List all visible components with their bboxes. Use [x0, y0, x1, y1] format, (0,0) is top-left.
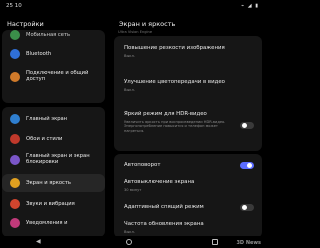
- setting-title: Автовыключение экрана: [124, 179, 195, 185]
- setting-title: Яркий режим для HDR-видео: [124, 111, 207, 117]
- setting-value: 30 минут: [124, 188, 142, 192]
- hdr-toggle[interactable]: [240, 122, 254, 129]
- setting-title: Адаптивный спящий режим: [124, 204, 204, 210]
- sound-icon: [10, 199, 20, 209]
- recents-icon[interactable]: [212, 239, 218, 245]
- wallpaper-icon: [10, 134, 20, 144]
- status-bar: 25 10 ⌁ ◢ ▮: [0, 0, 265, 14]
- image-quality-card: Повышение резкости изображения Выкл. Улу…: [114, 36, 262, 151]
- notifications-icon: [10, 218, 20, 228]
- lock-screen-icon: [10, 155, 20, 165]
- sidebar-item-label: Мобильная сеть: [26, 32, 71, 38]
- home-icon[interactable]: [126, 239, 132, 245]
- sidebar-item-label: Звуки и вибрация: [26, 201, 75, 207]
- toggle-knob: [247, 163, 252, 168]
- sidebar-item-bluetooth[interactable]: Bluetooth: [2, 46, 105, 62]
- navigation-bar: ◀: [0, 236, 265, 248]
- sidebar-item-label: Экран и яркость: [26, 180, 71, 186]
- adaptive-sleep-toggle[interactable]: [240, 204, 254, 211]
- settings-list-pane: Настройки Мобильная сеть Bluetooth Подкл…: [0, 14, 109, 236]
- adaptive-sleep-setting[interactable]: Адаптивный спящий режим: [114, 199, 262, 217]
- section-note: Ultra Vision Engine: [118, 30, 153, 34]
- sidebar-item-label: Главный экран: [26, 116, 68, 122]
- sidebar-item-wallpapers[interactable]: Обои и стили: [2, 131, 105, 147]
- video-color-setting[interactable]: Улучшение цветопередачи в видео Выкл.: [114, 76, 262, 98]
- status-icons: ⌁ ◢ ▮: [241, 3, 259, 9]
- watermark-logo: 3D News: [236, 240, 261, 246]
- setting-title: Частота обновления экрана: [124, 221, 204, 227]
- setting-value: Выкл.: [124, 230, 135, 234]
- status-time: 25 10: [6, 3, 22, 9]
- sidebar-item-notifications[interactable]: Уведомления и: [2, 215, 105, 231]
- toggle-knob: [242, 205, 247, 210]
- screen-behavior-card: Автоповорот Автовыключение экрана 30 мин…: [114, 154, 262, 236]
- mobile-network-icon: [10, 30, 20, 40]
- screen-timeout-setting[interactable]: Автовыключение экрана 30 минут: [114, 176, 262, 196]
- sidebar-item-mobile-network[interactable]: Мобильная сеть: [2, 28, 105, 42]
- refresh-rate-setting[interactable]: Частота обновления экрана Выкл.: [114, 218, 262, 236]
- sharpness-setting[interactable]: Повышение резкости изображения Выкл.: [114, 42, 262, 64]
- setting-description: Увеличить яркость при воспроизведении HD…: [124, 120, 226, 133]
- sidebar-item-label: Главный экран и экран блокировки: [26, 153, 90, 166]
- back-icon[interactable]: ◀: [36, 238, 41, 245]
- auto-rotate-toggle[interactable]: [240, 162, 254, 169]
- setting-value: Выкл.: [124, 54, 135, 58]
- sidebar-item-home-screen[interactable]: Главный экран: [2, 111, 105, 127]
- sidebar-item-lock-screen[interactable]: Главный экран и экран блокировки: [2, 150, 105, 172]
- sidebar-item-label: Bluetooth: [26, 51, 52, 57]
- home-screen-icon: [10, 114, 20, 124]
- sidebar-item-connection-sharing[interactable]: Подключение и общий доступ: [2, 67, 105, 89]
- setting-title: Автоповорот: [124, 162, 161, 168]
- setting-title: Повышение резкости изображения: [124, 45, 225, 51]
- setting-value: Выкл.: [124, 88, 135, 92]
- sidebar-item-label: Уведомления и: [26, 220, 68, 226]
- hdr-bright-mode-setting[interactable]: Яркий режим для HDR-видео Увеличить ярко…: [114, 108, 262, 148]
- sidebar-item-label: Обои и стили: [26, 136, 63, 142]
- bluetooth-icon: [10, 49, 20, 59]
- sidebar-item-display-brightness[interactable]: Экран и яркость: [2, 174, 105, 192]
- sidebar-item-sounds[interactable]: Звуки и вибрация: [2, 196, 105, 212]
- setting-title: Улучшение цветопередачи в видео: [124, 79, 225, 85]
- brightness-icon: [10, 178, 20, 188]
- sidebar-item-label: Подключение и общий доступ: [26, 70, 89, 83]
- toggle-knob: [242, 123, 247, 128]
- share-icon: [10, 72, 20, 82]
- connectivity-card: Мобильная сеть Bluetooth Подключение и о…: [2, 30, 105, 103]
- personalization-card: Главный экран Обои и стили Главный экран…: [2, 107, 105, 236]
- display-brightness-pane: Экран и яркость Ultra Vision Engine Повы…: [112, 14, 265, 236]
- auto-rotate-setting[interactable]: Автоповорот: [114, 157, 262, 175]
